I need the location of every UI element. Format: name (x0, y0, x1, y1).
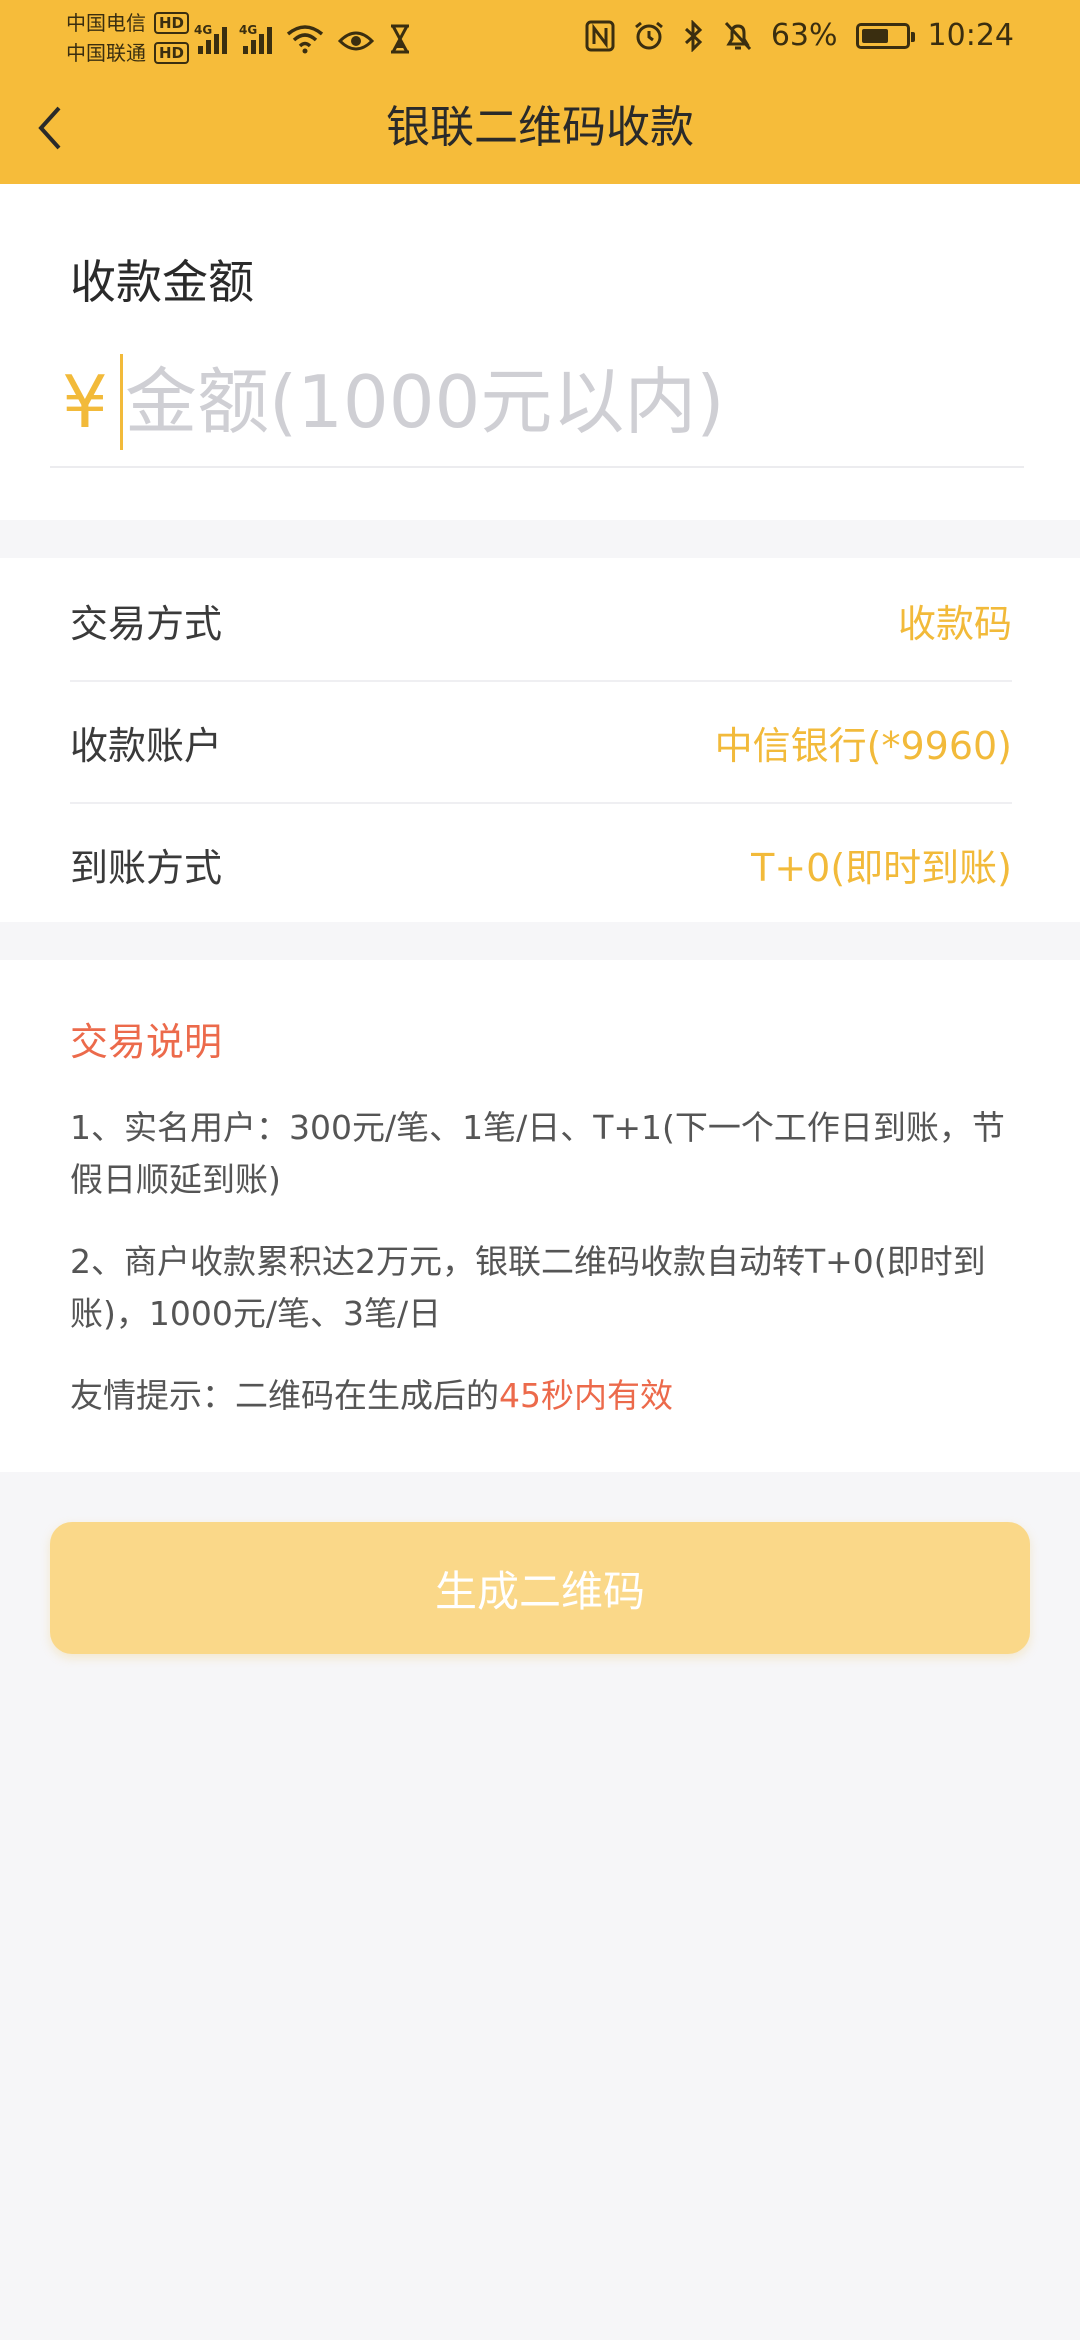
option-value: 中信银行(*9960) (714, 723, 1012, 768)
carrier-info: 中国电信 HD 中国联通 HD (66, 8, 190, 68)
amount-section: 收款金额 ¥ (0, 184, 1080, 520)
signal-icon: 4G (239, 23, 272, 54)
currency-symbol: ¥ (62, 360, 108, 444)
transaction-notes: 交易说明 1、实名用户：300元/笔、1笔/日、T+1(下一个工作日到账，节假日… (0, 960, 1080, 1472)
carrier-2-label: 中国联通 (66, 41, 146, 65)
nav-bar: 银联二维码收款 (0, 84, 1080, 172)
notes-item-1: 1、实名用户：300元/笔、1笔/日、T+1(下一个工作日到账，节假日顺延到账) (70, 1108, 1005, 1199)
app-header: 中国电信 HD 中国联通 HD 4G 4G 63% 10:24 银联二维码收款 (0, 0, 1080, 184)
option-value: 收款码 (897, 601, 1012, 646)
transaction-options: 交易方式 收款码 收款账户 中信银行(*9960) 到账方式 T+0(即时到账) (0, 558, 1080, 922)
option-label: 到账方式 (70, 845, 223, 890)
divider (50, 466, 1024, 468)
battery-percent: 63% (770, 18, 838, 53)
tip-highlight: 45秒内有效 (499, 1376, 673, 1415)
option-label: 交易方式 (70, 601, 223, 646)
status-right-icons: 63% 10:24 (585, 18, 1014, 54)
wifi-icon (286, 25, 324, 54)
battery-level (861, 29, 888, 43)
nfc-icon (585, 20, 615, 52)
network-type-label: 4G (239, 23, 258, 37)
option-label: 收款账户 (70, 723, 223, 768)
network-type-label: 4G (194, 23, 213, 37)
status-left-icons: 4G 4G (194, 18, 412, 54)
signal-icon: 4G (194, 23, 227, 54)
notes-tip: 友情提示：二维码在生成后的45秒内有效 (70, 1370, 1014, 1422)
notes-item-2: 2、商户收款累积达2万元，银联二维码收款自动转T+0(即时到账)，1000元/笔… (70, 1242, 986, 1333)
carrier-1-label: 中国电信 (66, 11, 146, 35)
amount-input[interactable] (120, 354, 1022, 450)
status-time: 10:24 (927, 18, 1014, 53)
option-settlement-method[interactable]: 到账方式 T+0(即时到账) (70, 804, 1012, 924)
eye-icon (338, 31, 374, 51)
tip-text: 友情提示：二维码在生成后的 (70, 1376, 499, 1415)
hd-badge: HD (154, 12, 190, 34)
hd-badge: HD (154, 42, 190, 64)
generate-qr-button[interactable]: 生成二维码 (50, 1522, 1030, 1654)
hourglass-icon (391, 24, 409, 54)
alarm-icon (634, 21, 663, 50)
option-transaction-method[interactable]: 交易方式 收款码 (70, 560, 1012, 680)
page-title: 银联二维码收款 (386, 102, 694, 153)
amount-row: ¥ (62, 354, 1022, 450)
battery-icon (855, 23, 915, 49)
option-value: T+0(即时到账) (751, 845, 1012, 890)
bell-off-icon (724, 21, 751, 51)
amount-label: 收款金额 (70, 255, 254, 309)
option-receiving-account[interactable]: 收款账户 中信银行(*9960) (70, 682, 1012, 802)
bluetooth-icon (684, 20, 703, 52)
status-bar: 中国电信 HD 中国联通 HD 4G 4G 63% 10:24 (0, 0, 1080, 74)
notes-title: 交易说明 (70, 1020, 223, 1064)
